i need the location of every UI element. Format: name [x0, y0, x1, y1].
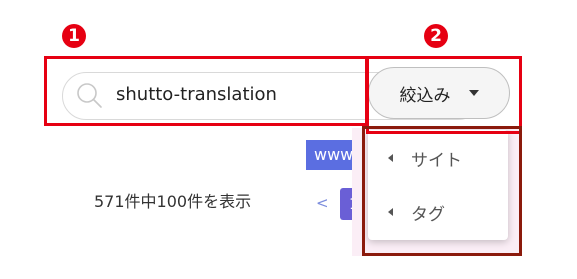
pagination-prev[interactable]: <: [316, 194, 329, 212]
annotation-box-2: [366, 56, 522, 134]
step-1-badge: 1: [62, 24, 86, 48]
annotation-box-1: [44, 56, 368, 126]
annotation-box-2-dropdown: [362, 126, 522, 256]
step-2-badge: 2: [424, 24, 448, 48]
result-count: 571件中100件を表示: [94, 192, 252, 211]
